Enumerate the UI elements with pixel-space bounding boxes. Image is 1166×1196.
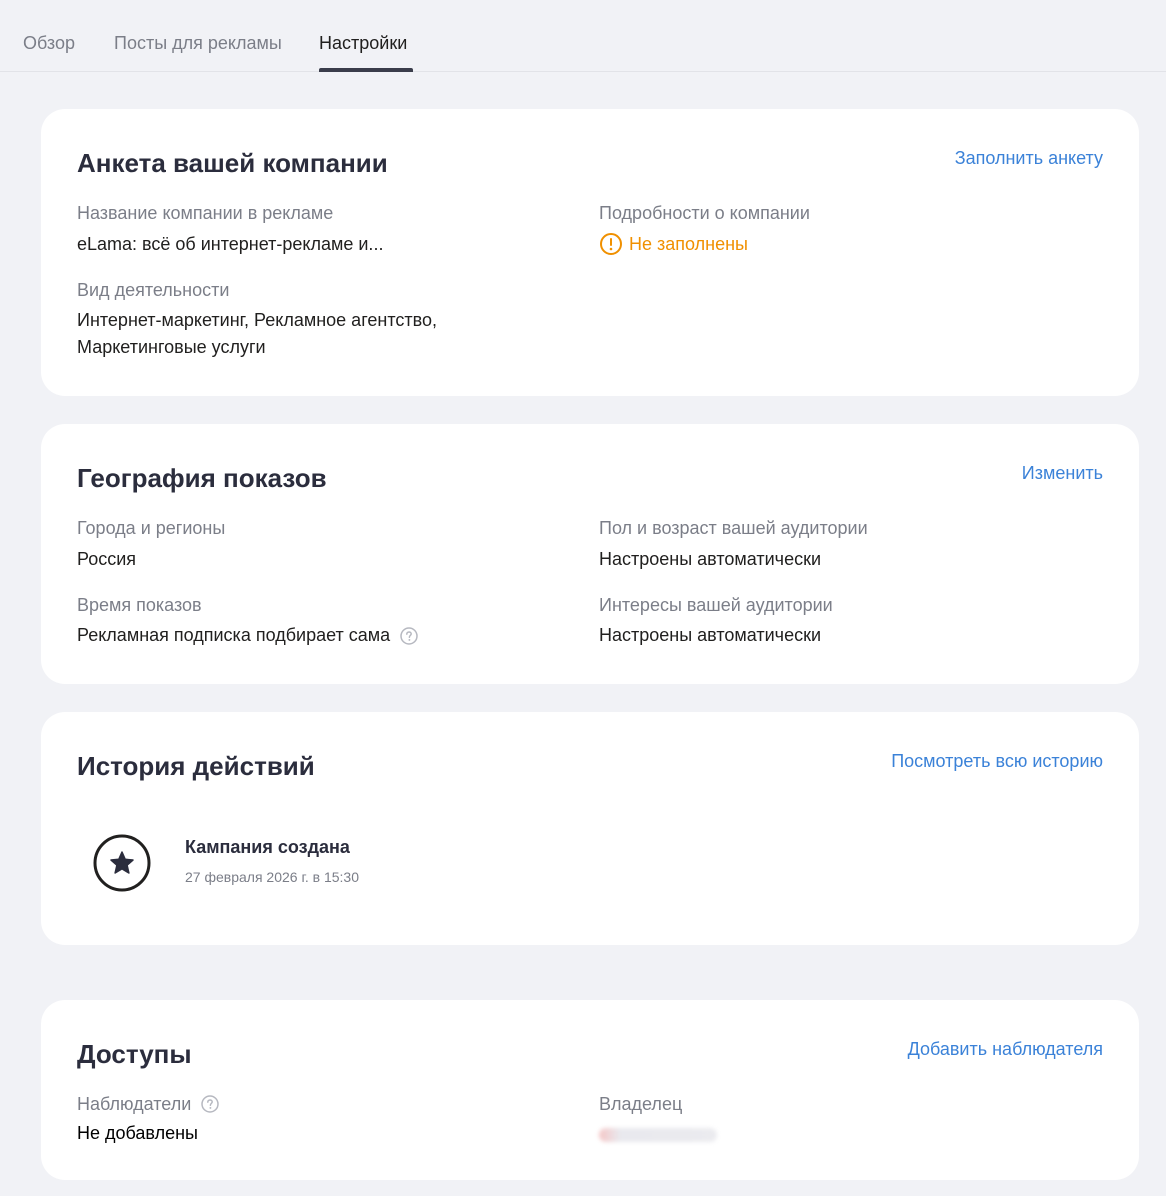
interests-label: Интересы вашей аудитории [599,595,833,615]
question-circle-icon[interactable] [400,627,418,645]
activity-value-line-1: Интернет-маркетинг, Рекламное агентство, [77,310,437,330]
owner-label: Владелец [599,1094,683,1114]
question-circle-icon[interactable] [201,1095,219,1113]
company-name-label: Название компании в рекламе [77,203,334,223]
geo-card-title: География показов [77,463,327,493]
edit-geo-link[interactable]: Изменить [1022,461,1103,485]
access-card: Доступы Добавить наблюдателя Наблюдатели… [41,1000,1139,1180]
star-circle-icon [93,834,151,892]
history-event-date: 27 февраля 2026 г. в 15:30 [185,869,359,885]
add-observer-link[interactable]: Добавить наблюдателя [908,1037,1103,1061]
interests-value: Настроены автоматически [599,625,822,645]
active-tab-indicator [319,68,413,72]
geography-card: География показов Изменить Города и реги… [41,424,1139,684]
tab-overview[interactable]: Обзор [23,31,75,55]
history-card-title: История действий [77,751,315,781]
view-history-link[interactable]: Посмотреть всю историю [891,749,1103,773]
access-card-title: Доступы [77,1039,192,1069]
activity-label: Вид деятельности [77,280,230,300]
history-card: История действий Посмотреть всю историю … [41,712,1139,945]
tab-settings[interactable]: Настройки [319,31,407,55]
observers-label: Наблюдатели [77,1094,192,1114]
observers-label-row: Наблюдатели [77,1092,219,1116]
show-time-row: Рекламная подписка подбирает сама [77,622,418,649]
company-card-title: Анкета вашей компании [77,148,388,178]
tab-bar: Обзор Посты для рекламы Настройки [0,0,1166,72]
exclamation-circle-icon [600,233,622,255]
show-time-label: Время показов [77,595,202,615]
company-details-status: Не заполнены [599,231,748,258]
company-profile-card: Анкета вашей компании Заполнить анкету Н… [41,109,1139,396]
company-details-label: Подробности о компании [599,203,810,223]
audience-label: Пол и возраст вашей аудитории [599,518,868,538]
activity-value-line-2: Маркетинговые услуги [77,337,266,357]
observers-value: Не добавлены [77,1123,198,1143]
regions-label: Города и регионы [77,518,226,538]
show-time-value: Рекламная подписка подбирает сама [77,625,391,645]
owner-value-redacted [599,1128,717,1142]
audience-value: Настроены автоматически [599,549,822,569]
tab-ad-posts[interactable]: Посты для рекламы [114,31,282,55]
company-details-value: Не заполнены [629,234,748,254]
fill-profile-link[interactable]: Заполнить анкету [955,146,1103,170]
history-event-title: Кампания создана [185,837,350,857]
regions-value: Россия [77,549,137,569]
company-name-value: eLama: всё об интернет-рекламе и... [77,234,384,254]
